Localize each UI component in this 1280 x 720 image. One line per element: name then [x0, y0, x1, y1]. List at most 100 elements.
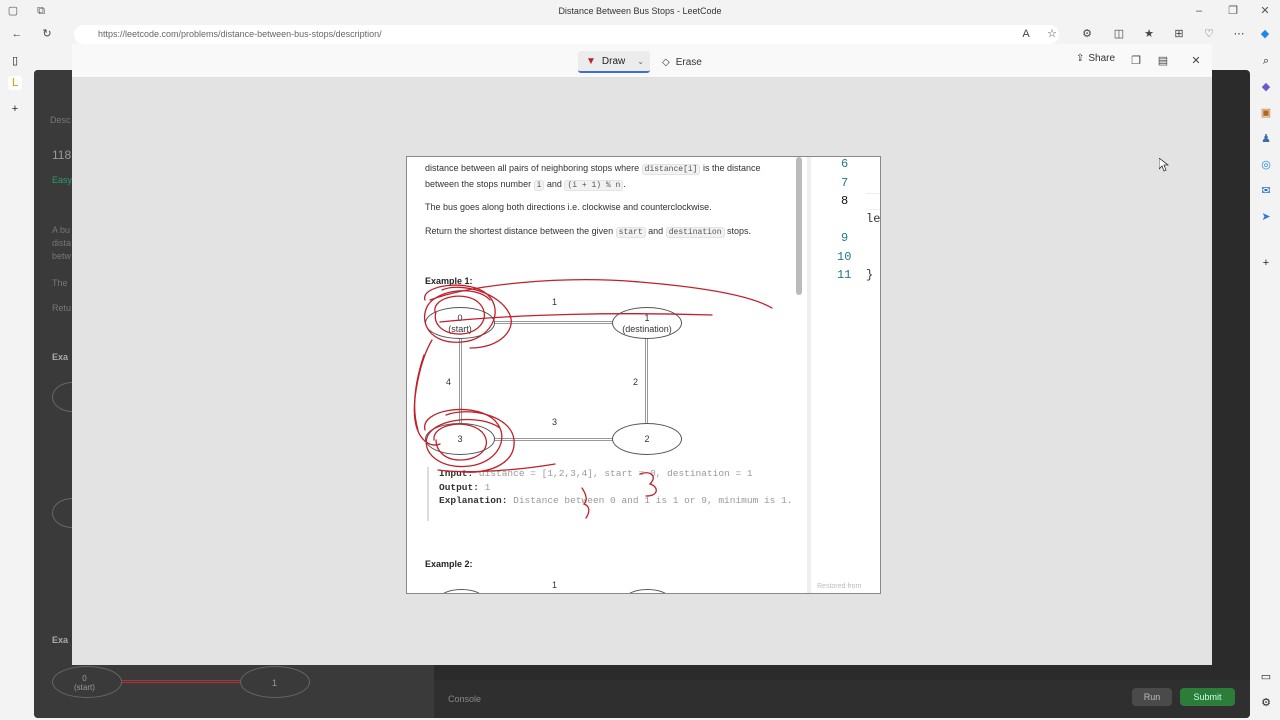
code-closing-brace: } [866, 268, 874, 282]
desc-line-4: The [52, 278, 68, 288]
shopping-icon[interactable]: ◆ [1259, 80, 1273, 94]
minimize-icon[interactable]: – [1192, 4, 1206, 18]
share-button[interactable]: ⇪ Share [1076, 53, 1115, 64]
add-sidebar-app-icon[interactable]: + [1259, 256, 1273, 270]
line-number: 7 [841, 176, 849, 190]
browser-essentials-icon[interactable]: ♡ [1202, 27, 1216, 41]
explanation-label: Explanation: [439, 495, 508, 506]
desc-line-5: Retu [52, 303, 72, 313]
description-scrollbar[interactable] [796, 157, 802, 295]
restored-note: Restored from [817, 583, 862, 590]
desc-paragraph-2: The bus goes along both directions i.e. … [425, 202, 712, 212]
graph-node-ex2-1 [625, 589, 670, 593]
send-icon[interactable]: ➤ [1259, 210, 1273, 224]
graph-edge-left [459, 323, 462, 439]
eraser-icon: ◇ [662, 56, 670, 68]
more-options-icon[interactable]: ⋯ [1232, 27, 1246, 41]
outlook-icon[interactable]: ✉ [1259, 184, 1273, 198]
desc-line-1: A bu [52, 225, 71, 235]
description-tab[interactable]: Desc [50, 115, 71, 125]
extensions-icon[interactable]: ⚙ [1080, 27, 1094, 41]
ghost-edge [122, 680, 240, 683]
copilot-icon[interactable]: ◆ [1258, 27, 1272, 41]
example-1-io: Input: distance = [1,2,3,4], start = 0, … [427, 467, 797, 521]
settings-icon[interactable]: ⚙ [1259, 696, 1273, 710]
example-1-title: Example 1: [425, 276, 473, 286]
graph-node-ex2-start [439, 589, 484, 593]
chevron-down-icon[interactable]: ⌄ [637, 57, 644, 66]
hide-sidebar-icon[interactable]: ▭ [1259, 670, 1273, 684]
example-heading-2: Exa [52, 635, 69, 645]
markup-toolbar: ▼ Draw ⌄ ◇ Erase ⇪ Share ❐ ▤ ✕ [72, 44, 1212, 78]
window-title: Distance Between Bus Stops - LeetCode [558, 6, 722, 16]
graph-node-1: 1 (destination) [612, 307, 682, 339]
save-icon[interactable]: ▤ [1156, 54, 1170, 68]
output-label: Output: [439, 481, 479, 493]
line-number: 8 [841, 194, 849, 208]
output-value: 1 [484, 481, 491, 493]
graph-node-0: 0 (start) [425, 307, 495, 339]
graph-node-3: 3 [425, 423, 495, 455]
edge-label-top: 1 [552, 297, 558, 307]
console-toggle[interactable]: Console [448, 694, 481, 704]
line-number: 11 [837, 268, 852, 282]
difficulty-badge: Easy [52, 175, 73, 185]
vertical-tabs-rail: ▯ ᒪ + [0, 46, 30, 720]
code-editor[interactable]: 6 7 8 le 9 10 11 } [811, 157, 881, 593]
desc-paragraph-3: Return the shortest distance between the… [425, 226, 752, 238]
current-line-highlight [866, 193, 880, 210]
line-number: 9 [841, 231, 849, 245]
edge-label-bottom: 3 [552, 417, 558, 427]
graph-node-2: 2 [612, 423, 682, 455]
close-icon[interactable]: ✕ [1189, 54, 1203, 68]
line-number: 10 [837, 250, 852, 264]
explanation-value: Distance between 0 and 1 is 1 or 9, mini… [513, 495, 793, 506]
edge-label-right: 2 [633, 377, 639, 387]
title-bar: ▢ ⧉ Distance Between Bus Stops - LeetCod… [0, 0, 1280, 22]
run-button[interactable]: Run [1132, 688, 1172, 706]
maximize-icon[interactable]: ❐ [1226, 4, 1240, 18]
copy-icon[interactable]: ❐ [1129, 54, 1143, 68]
captured-snapshot: distance between all pairs of neighborin… [406, 156, 881, 594]
search-icon[interactable]: ⌕ [1259, 54, 1273, 68]
share-label: Share [1088, 53, 1116, 64]
example-2-title: Example 2: [425, 559, 473, 569]
leetcode-tab-icon[interactable]: ᒪ [8, 76, 22, 90]
refresh-icon[interactable]: ↻ [40, 27, 54, 41]
desc-line-2: dista [52, 238, 72, 248]
line-number: 6 [841, 157, 849, 171]
favorite-icon[interactable]: ☆ [1045, 27, 1059, 41]
input-label: Input: [439, 468, 474, 479]
input-value: distance = [1,2,3,4], start = 0, destina… [478, 468, 753, 479]
back-icon[interactable]: ← [10, 27, 24, 41]
console-bar [434, 680, 1250, 718]
sidebar-toggle-icon[interactable]: ▯ [8, 54, 22, 68]
read-aloud-icon[interactable]: A [1019, 27, 1033, 41]
games-icon[interactable]: ♟ [1259, 132, 1273, 146]
edge-label-left: 4 [446, 377, 452, 387]
draw-button[interactable]: ▼ Draw ⌄ [578, 51, 650, 73]
edge-sidebar: ⌕ ◆ ▣ ♟ ◎ ✉ ➤ + ▭ ⚙ [1252, 46, 1280, 720]
description-panel: distance between all pairs of neighborin… [407, 157, 807, 593]
new-tab-icon[interactable]: + [8, 102, 22, 116]
ghost-node-1-label: 1 [272, 678, 278, 688]
mouse-cursor-icon [1159, 158, 1169, 172]
erase-label: Erase [675, 56, 702, 68]
draw-label: Draw [601, 55, 626, 67]
url-field[interactable]: https://leetcode.com/problems/distance-b… [74, 25, 1059, 44]
erase-button[interactable]: ◇ Erase [662, 51, 722, 73]
m365-icon[interactable]: ◎ [1259, 158, 1273, 172]
share-icon: ⇪ [1076, 53, 1085, 64]
code-fragment: le [866, 212, 881, 226]
edge-label-top-ex2: 1 [552, 580, 558, 590]
collections-icon[interactable]: ⊞ [1172, 27, 1186, 41]
favorites-bar-icon[interactable]: ★ [1142, 27, 1156, 41]
split-screen-icon[interactable]: ◫ [1112, 27, 1126, 41]
close-window-icon[interactable]: ✕ [1258, 4, 1272, 18]
desc-paragraph-1: distance between all pairs of neighborin… [425, 163, 761, 191]
example-heading-1: Exa [52, 352, 69, 362]
ghost-node-start-label: 0 (start) [74, 674, 95, 692]
tools-icon[interactable]: ▣ [1259, 106, 1273, 120]
submit-button[interactable]: Submit [1180, 688, 1235, 706]
graph-edge-right [645, 323, 648, 439]
